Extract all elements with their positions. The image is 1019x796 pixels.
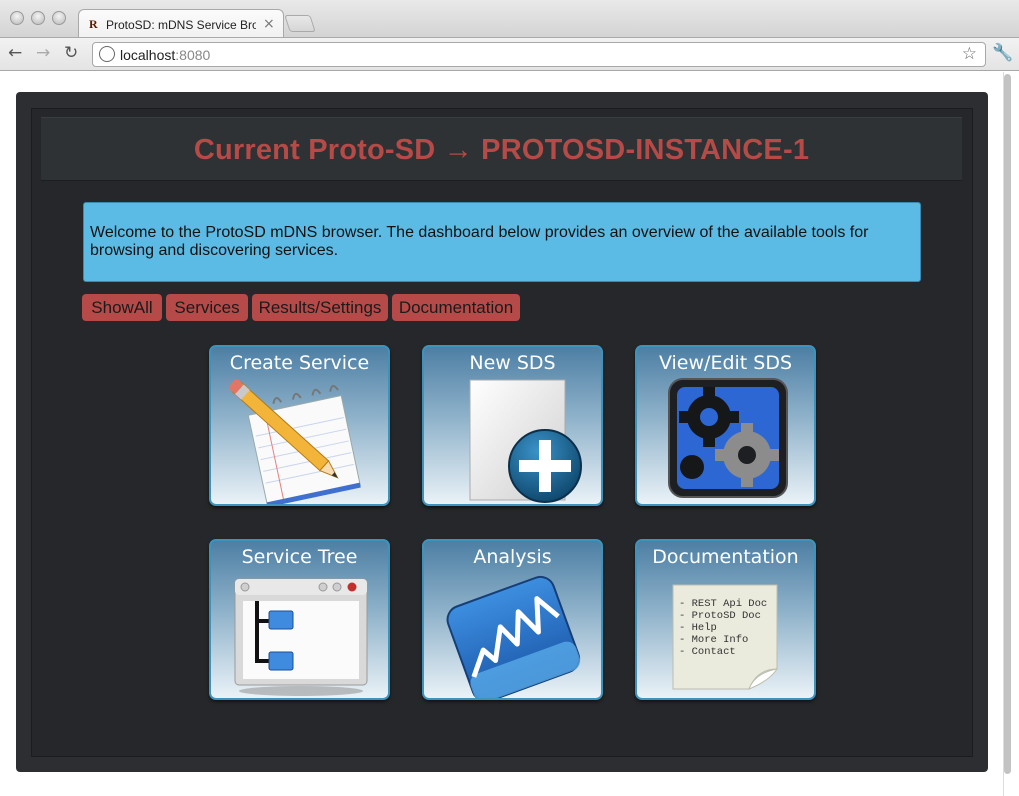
create-service-tile[interactable]: Create Service bbox=[209, 345, 390, 506]
star-icon[interactable]: ☆ bbox=[962, 44, 977, 64]
close-window-button[interactable] bbox=[10, 11, 24, 25]
browser-tab[interactable]: R ProtoSD: mDNS Service Browser × bbox=[78, 9, 284, 38]
globe-icon bbox=[99, 46, 115, 62]
welcome-box: Welcome to the ProtoSD mDNS browser. The… bbox=[83, 202, 921, 282]
back-icon[interactable]: ← bbox=[8, 43, 22, 63]
url-text: localhost:8080 bbox=[120, 47, 211, 63]
tile-label: Analysis bbox=[473, 546, 552, 568]
tile-label: View/Edit SDS bbox=[658, 352, 793, 374]
header-bar: Current Proto-SD → PROTOSD-INSTANCE-1 bbox=[41, 117, 962, 181]
tab-title: ProtoSD: mDNS Service Browser bbox=[106, 18, 256, 32]
tile-label: Service Tree bbox=[241, 546, 358, 568]
tile-label: New SDS bbox=[469, 352, 556, 374]
reload-icon[interactable]: ↻ bbox=[64, 43, 78, 63]
doc-line: - Contact bbox=[679, 646, 736, 658]
view-edit-sds-tile[interactable]: View/Edit SDS bbox=[635, 345, 816, 506]
browser-toolbar: ← → ↻ localhost:8080 ☆ 🔧 bbox=[0, 37, 1019, 71]
services-button[interactable]: Services bbox=[166, 294, 248, 321]
new-tab-button[interactable] bbox=[284, 15, 316, 32]
documentation-button[interactable]: Documentation bbox=[392, 294, 520, 321]
service-tree-tile[interactable]: Service Tree bbox=[209, 539, 390, 700]
documentation-tile[interactable]: - REST Api Doc - ProtoSD Doc - Help - Mo… bbox=[635, 539, 816, 700]
doc-line: - ProtoSD Doc bbox=[679, 610, 761, 622]
results-settings-button[interactable]: Results/Settings bbox=[252, 294, 388, 321]
welcome-text: Welcome to the ProtoSD mDNS browser. The… bbox=[90, 224, 869, 259]
tile-label: Documentation bbox=[652, 546, 799, 568]
tab-close-icon[interactable]: × bbox=[263, 16, 275, 32]
favicon-icon: R bbox=[89, 17, 98, 31]
doc-line: - More Info bbox=[679, 634, 748, 646]
doc-line: - REST Api Doc bbox=[679, 598, 767, 610]
new-sds-tile[interactable]: New SDS bbox=[422, 345, 603, 506]
page-title: Current Proto-SD → PROTOSD-INSTANCE-1 bbox=[193, 134, 810, 166]
scrollbar-thumb[interactable] bbox=[1004, 74, 1011, 774]
browser-titlebar: R ProtoSD: mDNS Service Browser × bbox=[0, 0, 1019, 38]
tile-label: Create Service bbox=[229, 352, 370, 374]
analysis-tile[interactable]: Analysis bbox=[422, 539, 603, 700]
minimize-window-button[interactable] bbox=[31, 11, 45, 25]
forward-icon[interactable]: → bbox=[36, 43, 50, 63]
zoom-window-button[interactable] bbox=[52, 11, 66, 25]
wrench-icon[interactable]: 🔧 bbox=[992, 43, 1013, 63]
address-bar[interactable]: localhost:8080 ☆ bbox=[92, 42, 986, 67]
doc-line: - Help bbox=[679, 622, 717, 634]
showall-button[interactable]: ShowAll bbox=[82, 294, 162, 321]
